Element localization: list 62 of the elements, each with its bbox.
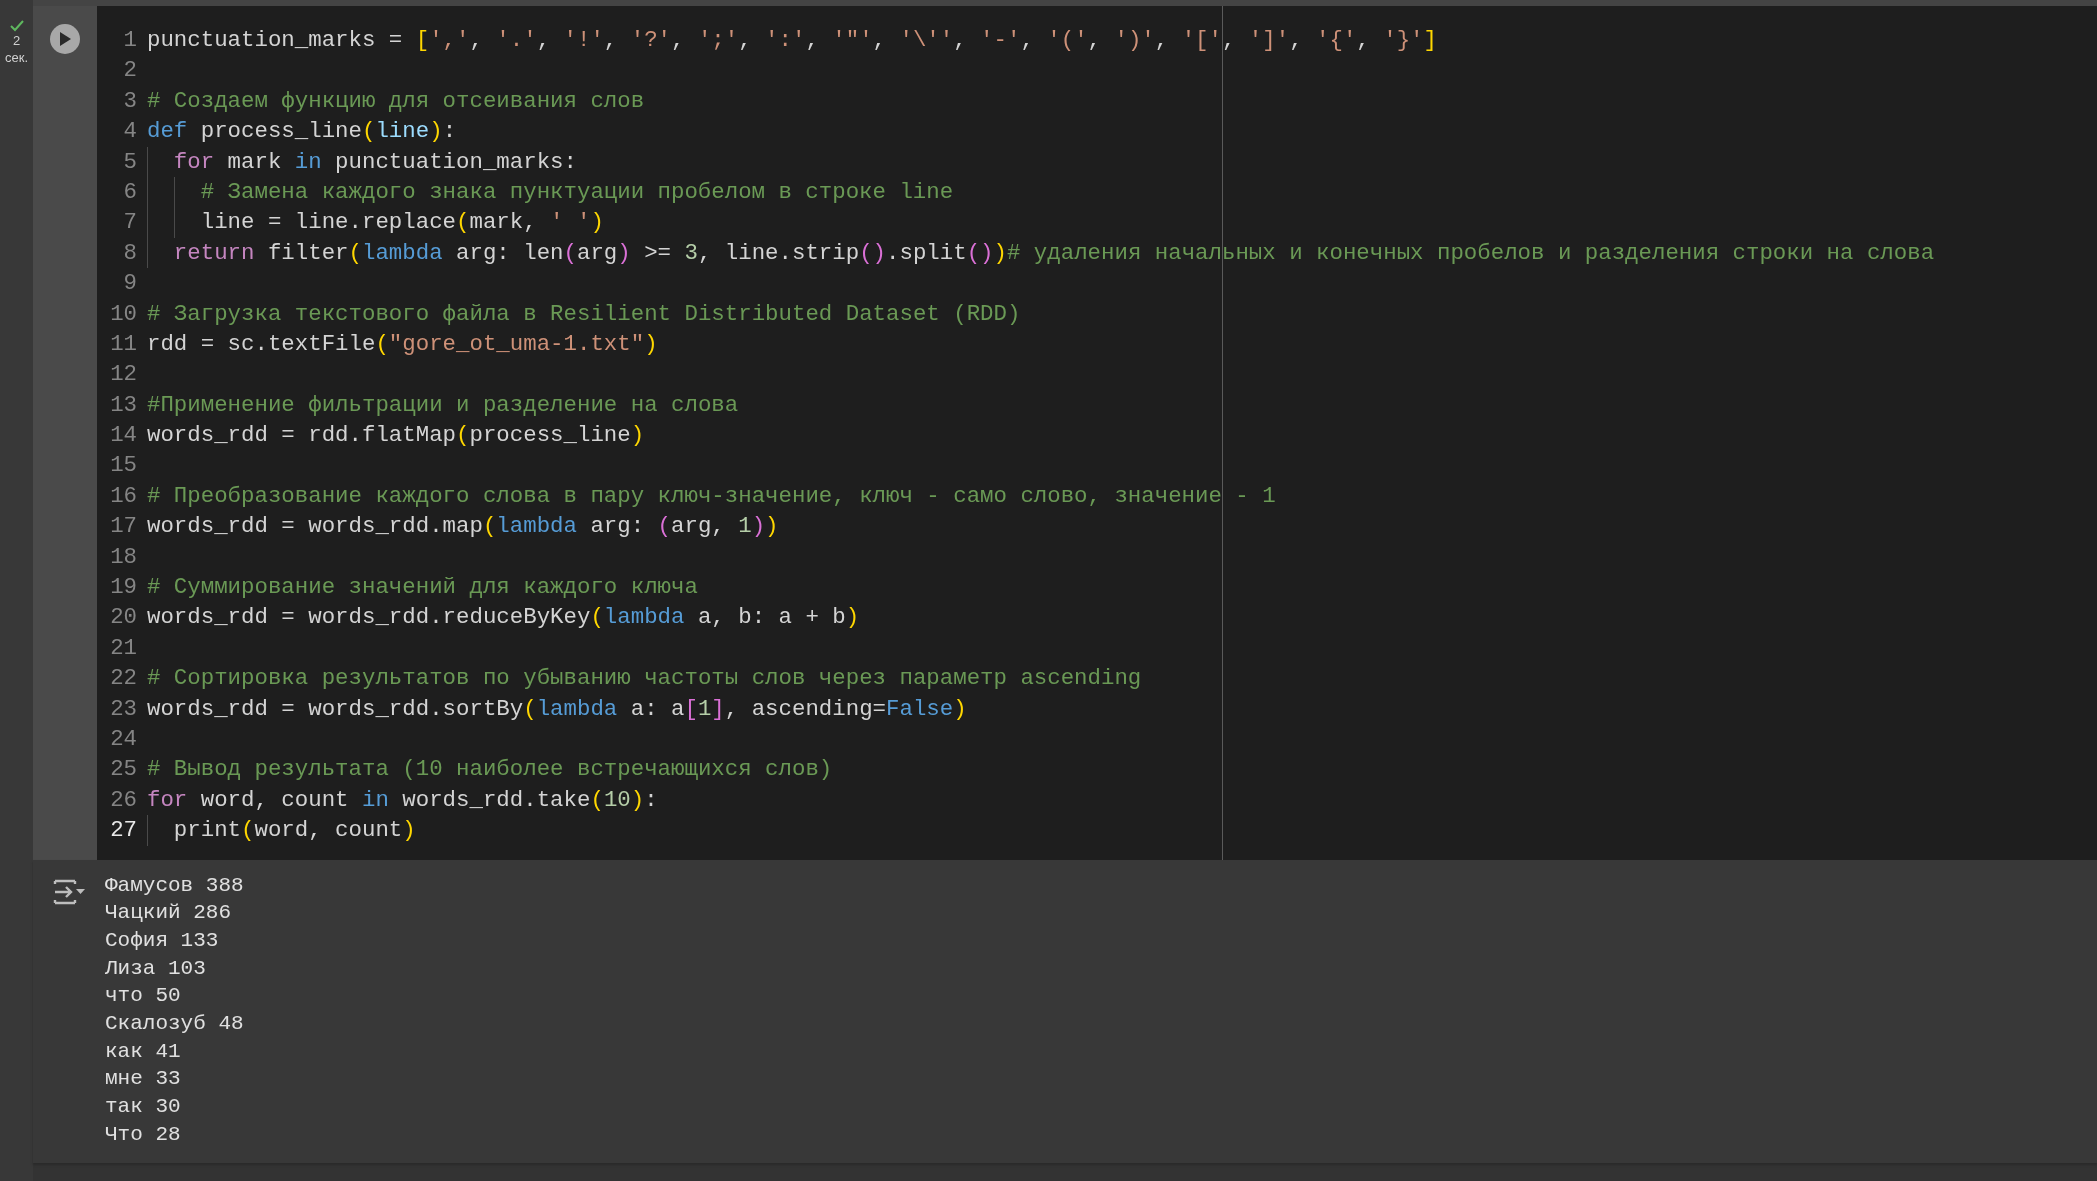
- output-line: как 41: [105, 1038, 182, 1065]
- line-number: 9: [122, 269, 137, 299]
- line-number: 6: [122, 177, 137, 207]
- code-line: for mark in punctuation_marks:: [147, 146, 2097, 177]
- line-number: 14: [109, 421, 137, 451]
- line-number: 20: [109, 603, 137, 633]
- code-line: def process_line(line):: [147, 117, 458, 147]
- line-number: 24: [109, 725, 137, 754]
- code-line: return filter(lambda arg: len(arg) >= 3, line.strip().split())# удаления начальных и конечных пробелов и разделения строки на слова: [147, 237, 2097, 269]
- line-number: 26: [109, 785, 137, 815]
- output-line: так 30: [105, 1094, 182, 1121]
- output-line: Чацкий 286: [105, 900, 233, 927]
- output-line: мне 33: [105, 1066, 182, 1093]
- line-number: 27: [109, 816, 137, 846]
- code-line: words_rdd = words_rdd.sortBy(lambda a: a[1], ascending=False): [147, 694, 968, 724]
- line-number: 8: [122, 238, 137, 268]
- line-number: 15: [109, 451, 137, 481]
- output-toggle-icon[interactable]: [52, 877, 86, 906]
- output-line: Фамусов 388: [105, 872, 245, 899]
- line-number: 17: [109, 512, 137, 542]
- line-number: 25: [109, 755, 137, 785]
- line-number: 12: [109, 360, 137, 390]
- code-line: # Вывод результата (10 наиболее встречающихся слов): [147, 755, 834, 785]
- code-line: for word, count in words_rdd.take(10):: [147, 785, 659, 815]
- code-line: punctuation_marks = [',', '.', '!', '?', ';', ':', '"', '\'', '-', '(', ')', '[', ']', '{', '}']: [147, 26, 1438, 55]
- code-line: # Загрузка текстового файла в Resilient Distributed Dataset (RDD): [147, 299, 1022, 329]
- code-line: rdd = sc.textFile("gore_ot_uma-1.txt"): [147, 329, 659, 359]
- line-number: 1: [122, 26, 137, 55]
- line-number: 7: [122, 208, 137, 238]
- line-number: 13: [109, 390, 137, 420]
- output-line: Скалозуб 48: [105, 1011, 245, 1038]
- code-line: # Суммирование значений для каждого ключа: [147, 573, 699, 603]
- code-line: #Применение фильтрации и разделение на слова: [147, 390, 740, 420]
- run-duration: 2: [12, 32, 21, 49]
- code-line: # Преобразование каждого слова в пару ключ-значение, ключ - само слово, значение - 1: [147, 481, 1277, 511]
- line-number: 3: [122, 86, 137, 116]
- code-line: # Замена каждого знака пунктуации пробелом в строке line: [147, 176, 2097, 208]
- line-number: 2: [122, 56, 137, 86]
- line-number: 11: [109, 329, 137, 359]
- code-line: words_rdd = words_rdd.map(lambda arg: (arg, 1)): [147, 512, 780, 542]
- code-line: line = line.replace(mark, ' '): [147, 207, 2097, 238]
- output-line: София 133: [105, 927, 220, 954]
- line-number: 19: [109, 573, 137, 603]
- output-line: Лиза 103: [105, 955, 207, 982]
- duration-unit: сек.: [5, 49, 28, 66]
- line-number: 5: [122, 147, 137, 177]
- code-line: print(word, count): [147, 815, 2097, 846]
- play-icon: [59, 32, 71, 46]
- line-number: 22: [109, 664, 137, 694]
- line-number: 18: [109, 542, 137, 572]
- output-line: что 50: [105, 983, 182, 1010]
- code-line: # Сортировка результатов по убыванию частоты слов через параметр ascending: [147, 664, 1143, 694]
- line-number: 10: [109, 299, 137, 329]
- code-line: words_rdd = words_rdd.reduceByKey(lambda a, b: a + b): [147, 603, 861, 633]
- line-number: 21: [109, 633, 137, 663]
- code-line: # Создаем функцию для отсеивания слов: [147, 86, 646, 116]
- line-number: 23: [109, 694, 137, 724]
- line-number: 16: [109, 481, 137, 511]
- run-button[interactable]: [50, 24, 80, 54]
- output-line: Что 28: [105, 1121, 182, 1148]
- line-number: 4: [122, 117, 137, 147]
- code-line: words_rdd = rdd.flatMap(process_line): [147, 421, 646, 451]
